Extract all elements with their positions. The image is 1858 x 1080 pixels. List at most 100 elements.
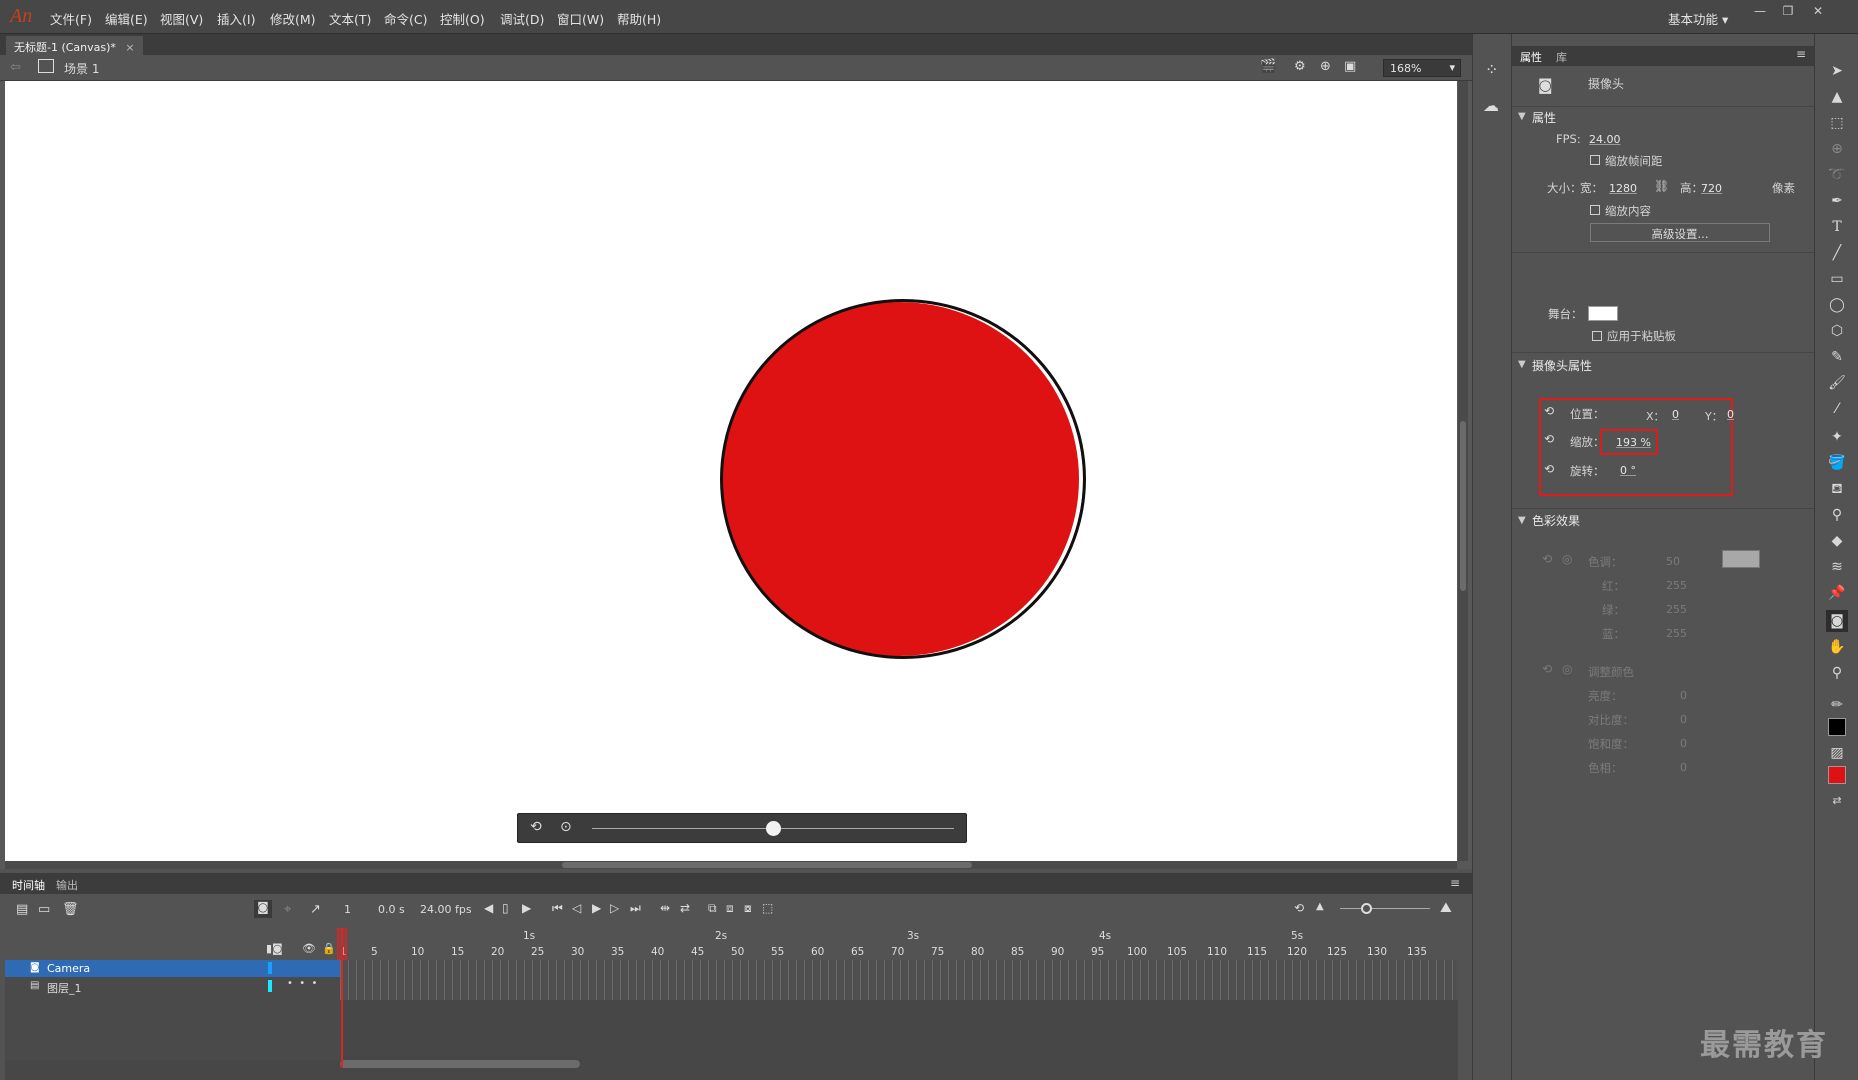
- menu-window[interactable]: 窗口(W): [557, 9, 604, 28]
- edit-scene-icon[interactable]: 🎬: [1260, 59, 1276, 74]
- eye-icon[interactable]: 👁: [302, 942, 316, 955]
- width-value[interactable]: 1280: [1609, 182, 1637, 195]
- reset-icon[interactable]: ⟲: [1544, 404, 1554, 418]
- current-frame[interactable]: 1: [344, 903, 351, 916]
- camera-zoom-icon[interactable]: ⊙: [560, 819, 572, 835]
- layer-row-layer1[interactable]: ▤ 图层_1 • • •: [5, 978, 340, 995]
- panel-menu-icon[interactable]: ≡: [1450, 876, 1460, 890]
- layer-row-camera[interactable]: ◙ Camera: [5, 960, 340, 977]
- minimize-button[interactable]: —: [1748, 4, 1772, 22]
- edit-multiple-frames-icon[interactable]: ⧇: [744, 901, 752, 916]
- advanced-settings-button[interactable]: 高级设置...: [1590, 223, 1770, 242]
- close-window-button[interactable]: ✕: [1806, 4, 1830, 22]
- playhead-line[interactable]: [341, 928, 343, 1068]
- keyframe-icon[interactable]: ▯: [502, 901, 509, 915]
- last-frame-icon[interactable]: ⏭: [630, 901, 641, 916]
- close-icon[interactable]: ×: [125, 41, 134, 54]
- loop-icon[interactable]: ⇄: [680, 901, 690, 915]
- center-stage-icon[interactable]: ⊕: [1320, 59, 1331, 74]
- frame-rate[interactable]: 24.00 fps: [420, 903, 472, 916]
- new-layer-icon[interactable]: ▤: [16, 902, 28, 917]
- menu-help[interactable]: 帮助(H): [617, 9, 661, 28]
- width-tool-icon[interactable]: ≋: [1826, 556, 1848, 578]
- current-time[interactable]: 0.0 s: [378, 903, 405, 916]
- rectangle-tool-icon[interactable]: ▭: [1826, 268, 1848, 290]
- menu-insert[interactable]: 插入(I): [217, 9, 255, 28]
- timeline-zoom-thumb[interactable]: [1361, 903, 1372, 914]
- subselection-tool-icon[interactable]: ▲: [1826, 86, 1848, 108]
- center-frame-icon[interactable]: ⇹: [660, 901, 670, 915]
- menu-debug[interactable]: 调试(D): [500, 9, 544, 28]
- line-tool-icon[interactable]: ╱: [1826, 242, 1848, 264]
- chevron-down-icon[interactable]: ▼: [1518, 515, 1526, 526]
- attributes-section-title[interactable]: 属性: [1532, 109, 1556, 126]
- oval-tool-icon[interactable]: ◯: [1826, 294, 1848, 316]
- lasso-tool-icon[interactable]: ➰: [1826, 164, 1848, 186]
- chevron-down-icon[interactable]: ▼: [1518, 111, 1526, 122]
- timeline-frames[interactable]: [340, 960, 1458, 1000]
- paint-bucket-tool-icon[interactable]: 🪣: [1826, 452, 1848, 474]
- step-forward-icon[interactable]: ▷: [610, 901, 619, 915]
- link-icon[interactable]: ⛓: [1654, 179, 1669, 193]
- undo-icon[interactable]: ⟲: [1294, 901, 1304, 915]
- zoom-value[interactable]: 193 %: [1616, 436, 1651, 449]
- step-back-icon[interactable]: ◁: [572, 901, 581, 915]
- stage-canvas[interactable]: ⟲ ⊙: [5, 81, 1457, 861]
- text-tool-icon[interactable]: T: [1826, 216, 1848, 238]
- tab-library[interactable]: 库: [1556, 49, 1567, 65]
- fill-color-bucket-icon[interactable]: ▨: [1826, 742, 1848, 764]
- timeline-zoom-track[interactable]: [1340, 908, 1430, 909]
- camera-tool-icon[interactable]: ◙: [1826, 610, 1848, 632]
- back-arrow-icon[interactable]: ⇦: [10, 60, 21, 75]
- pen-tool-icon[interactable]: ✒: [1826, 190, 1848, 212]
- camera-rotate-icon[interactable]: ⟲: [530, 819, 542, 835]
- onion-markers-icon[interactable]: ⬚: [762, 901, 773, 915]
- zoom-out-timeline-icon[interactable]: ▲: [1316, 901, 1324, 912]
- fill-color-swatch[interactable]: [1828, 766, 1846, 784]
- swap-colors-icon[interactable]: ⇄: [1826, 790, 1848, 812]
- camera-toggle-icon[interactable]: ◙: [254, 900, 272, 918]
- menu-control[interactable]: 控制(O): [440, 9, 485, 28]
- color-effect-title[interactable]: 色彩效果: [1532, 512, 1580, 529]
- stage-color-swatch[interactable]: [1588, 306, 1618, 321]
- stroke-color-swatch[interactable]: [1828, 718, 1846, 736]
- zoom-tool-icon[interactable]: ⚲: [1826, 662, 1848, 684]
- stage-horizontal-scroll-thumb[interactable]: [562, 862, 972, 868]
- tab-timeline[interactable]: 时间轴: [12, 877, 45, 893]
- layer-parent-icon[interactable]: ⌖: [284, 902, 291, 917]
- layer-dots[interactable]: • • •: [287, 978, 317, 989]
- chevron-down-icon[interactable]: ▼: [1518, 359, 1526, 370]
- camera-properties-title[interactable]: 摄像头属性: [1532, 357, 1592, 374]
- restore-button[interactable]: ❐: [1776, 4, 1800, 22]
- graph-icon[interactable]: ↗: [310, 902, 321, 917]
- lock-icon[interactable]: 🔒: [322, 942, 336, 955]
- free-transform-tool-icon[interactable]: ⬚: [1826, 112, 1848, 134]
- menu-file[interactable]: 文件(F): [50, 9, 92, 28]
- hand-tool-icon[interactable]: ✋: [1826, 636, 1848, 658]
- workspace-switcher[interactable]: 基本功能 ▾: [1668, 9, 1728, 28]
- document-tab[interactable]: 无标题-1 (Canvas)* ×: [6, 36, 143, 55]
- pencil-tool-icon[interactable]: ✎: [1826, 346, 1848, 368]
- layer-header-camera-icon[interactable]: ▮◙: [266, 942, 283, 955]
- y-value[interactable]: 0: [1727, 408, 1734, 421]
- timeline-ruler[interactable]: 1s 2s 3s 4s 5s 1 5 10 15 20 25 30 35 40 …: [340, 928, 1458, 960]
- eyedropper-tool-icon[interactable]: ⚲: [1826, 504, 1848, 526]
- camera-slider-thumb[interactable]: [765, 821, 781, 836]
- tab-properties[interactable]: 属性: [1520, 49, 1542, 65]
- onion-outline-icon[interactable]: ⧈: [726, 901, 734, 916]
- height-value[interactable]: 720: [1701, 182, 1722, 195]
- x-value[interactable]: 0: [1672, 408, 1679, 421]
- brush-tool-icon[interactable]: ⁄: [1826, 398, 1848, 420]
- apply-pasteboard-checkbox[interactable]: [1592, 331, 1602, 341]
- edit-symbol-icon[interactable]: ⚙: [1294, 59, 1306, 74]
- bone-tool-icon[interactable]: ✦: [1826, 426, 1848, 448]
- motion-presets-icon[interactable]: ⁘: [1485, 60, 1498, 79]
- onion-skin-icon[interactable]: ⧉: [708, 901, 717, 916]
- reset-icon[interactable]: ⟲: [1544, 432, 1554, 446]
- selection-tool-icon[interactable]: ➤: [1826, 60, 1848, 82]
- rotate-value[interactable]: 0 °: [1620, 464, 1636, 477]
- 3d-rotation-tool-icon[interactable]: ⊕: [1826, 138, 1848, 160]
- polystar-tool-icon[interactable]: ⬡: [1826, 320, 1848, 342]
- scale-content-checkbox[interactable]: [1590, 205, 1600, 215]
- prev-keyframe-icon[interactable]: ◀: [484, 901, 493, 915]
